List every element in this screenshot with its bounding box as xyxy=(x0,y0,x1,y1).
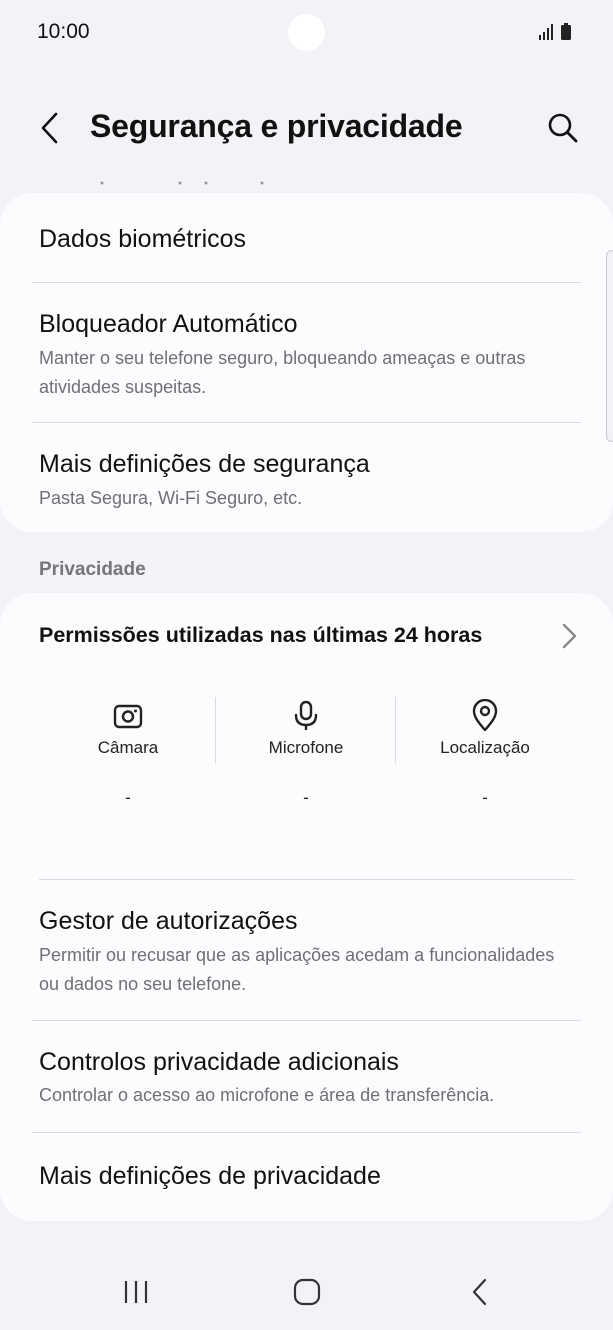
status-time: 10:00 xyxy=(37,20,90,43)
permission-value: - xyxy=(303,788,309,807)
back-button[interactable] xyxy=(30,108,70,148)
item-subtitle: Controlar o acesso ao microfone e área d… xyxy=(39,1085,495,1105)
item-permission-manager[interactable]: Gestor de autorizações Permitir ou recus… xyxy=(0,880,613,1020)
section-label-privacy: Privacidade xyxy=(39,559,146,580)
item-subtitle: Pasta Segura, Wi-Fi Seguro, etc. xyxy=(39,488,303,508)
item-title: Bloqueador Automático xyxy=(39,310,298,338)
scrollbar[interactable] xyxy=(606,250,613,442)
scrolled-content-fade xyxy=(80,176,280,186)
permission-value: - xyxy=(482,788,488,807)
permission-location[interactable]: Localização - xyxy=(425,698,545,808)
recent-apps-icon xyxy=(124,1281,148,1303)
back-arrow-icon xyxy=(41,112,58,144)
camera-icon xyxy=(113,704,143,729)
permission-label: Localização xyxy=(440,738,530,757)
status-icons xyxy=(537,22,575,47)
permission-camera[interactable]: Câmara - xyxy=(68,698,188,808)
item-title: Mais definições de privacidade xyxy=(39,1162,381,1190)
security-card: Dados biométricos Bloqueador Automático … xyxy=(0,193,613,532)
item-more-privacy-settings[interactable]: Mais definições de privacidade xyxy=(0,1133,613,1221)
item-more-security-settings[interactable]: Mais definições de segurança Pasta Segur… xyxy=(0,423,613,532)
permission-label: Câmara xyxy=(97,738,159,757)
chevron-right-icon xyxy=(557,622,581,650)
item-subtitle: Manter o seu telefone seguro, bloqueando… xyxy=(39,348,526,397)
search-icon xyxy=(548,113,578,143)
home-icon xyxy=(293,1278,321,1306)
recent-apps-button[interactable] xyxy=(116,1272,156,1312)
signal-battery-icon xyxy=(539,23,571,40)
front-camera-cutout xyxy=(288,14,325,51)
location-pin-icon xyxy=(472,699,498,732)
permission-label: Microfone xyxy=(268,738,344,757)
permission-microphone[interactable]: Microfone - xyxy=(246,698,366,808)
page-title: Segurança e privacidade xyxy=(90,108,463,144)
app-header: Segurança e privacidade xyxy=(0,92,613,164)
nav-back-button[interactable] xyxy=(460,1272,500,1312)
item-title: Mais definições de segurança xyxy=(39,450,370,478)
item-additional-privacy-controls[interactable]: Controlos privacidade adicionais Control… xyxy=(0,1021,613,1132)
column-divider xyxy=(395,697,396,763)
item-title: Controlos privacidade adicionais xyxy=(39,1048,399,1076)
column-divider xyxy=(215,697,216,763)
item-subtitle: Permitir ou recusar que as aplicações ac… xyxy=(39,945,555,994)
back-icon xyxy=(472,1278,487,1306)
home-button[interactable] xyxy=(287,1272,327,1312)
status-bar: 10:00 xyxy=(0,0,613,66)
search-button[interactable] xyxy=(543,108,583,148)
item-title: Dados biométricos xyxy=(39,225,247,253)
permissions-title: Permissões utilizadas nas últimas 24 hor… xyxy=(39,623,483,647)
navigation-bar xyxy=(0,1250,613,1330)
item-title: Gestor de autorizações xyxy=(39,907,298,935)
microphone-icon xyxy=(294,700,318,730)
permission-value: - xyxy=(125,788,131,807)
item-auto-blocker[interactable]: Bloqueador Automático Manter o seu telef… xyxy=(0,283,613,422)
item-biometric-data[interactable]: Dados biométricos xyxy=(0,193,613,283)
